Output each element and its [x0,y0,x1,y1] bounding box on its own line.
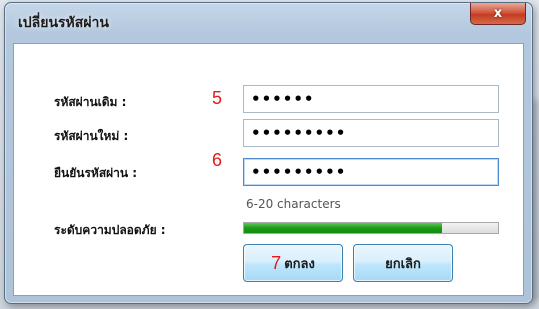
new-password-label: รหัสผ่านใหม่ : [54,129,129,143]
close-button[interactable]: x [470,3,526,25]
change-password-dialog: เปลี่ยนรหัสผ่าน x รหัสผ่านเดิม : 5 รหัสผ… [4,2,533,304]
cancel-button[interactable]: ยกเลิก [353,244,453,282]
dialog-titlebar[interactable]: เปลี่ยนรหัสผ่าน x [5,3,532,41]
step-marker-6: 6 [212,150,223,170]
confirm-password-label: ยืนยันรหัสผ่าน : [54,166,138,180]
old-password-field[interactable] [243,85,499,113]
old-password-label: รหัสผ่านเดิม : [54,95,127,109]
dialog-body: รหัสผ่านเดิม : 5 รหัสผ่านใหม่ : ยืนยันรห… [13,43,524,296]
confirm-password-field[interactable] [243,158,499,186]
step-marker-5: 5 [212,88,223,108]
new-password-field[interactable] [243,119,499,147]
password-length-hint: 6-20 characters [246,197,341,211]
security-level-meter [243,222,499,234]
close-icon: x [493,6,503,21]
ok-button-label: ตกลง [284,256,315,272]
ok-button[interactable]: 7 ตกลง [243,244,343,282]
step-marker-7: 7 [271,252,282,273]
dialog-title: เปลี่ยนรหัสผ่าน [18,15,109,31]
cancel-button-label: ยกเลิก [385,256,421,272]
security-level-label: ระดับความปลอดภัย : [54,223,166,237]
security-level-fill [244,223,443,233]
